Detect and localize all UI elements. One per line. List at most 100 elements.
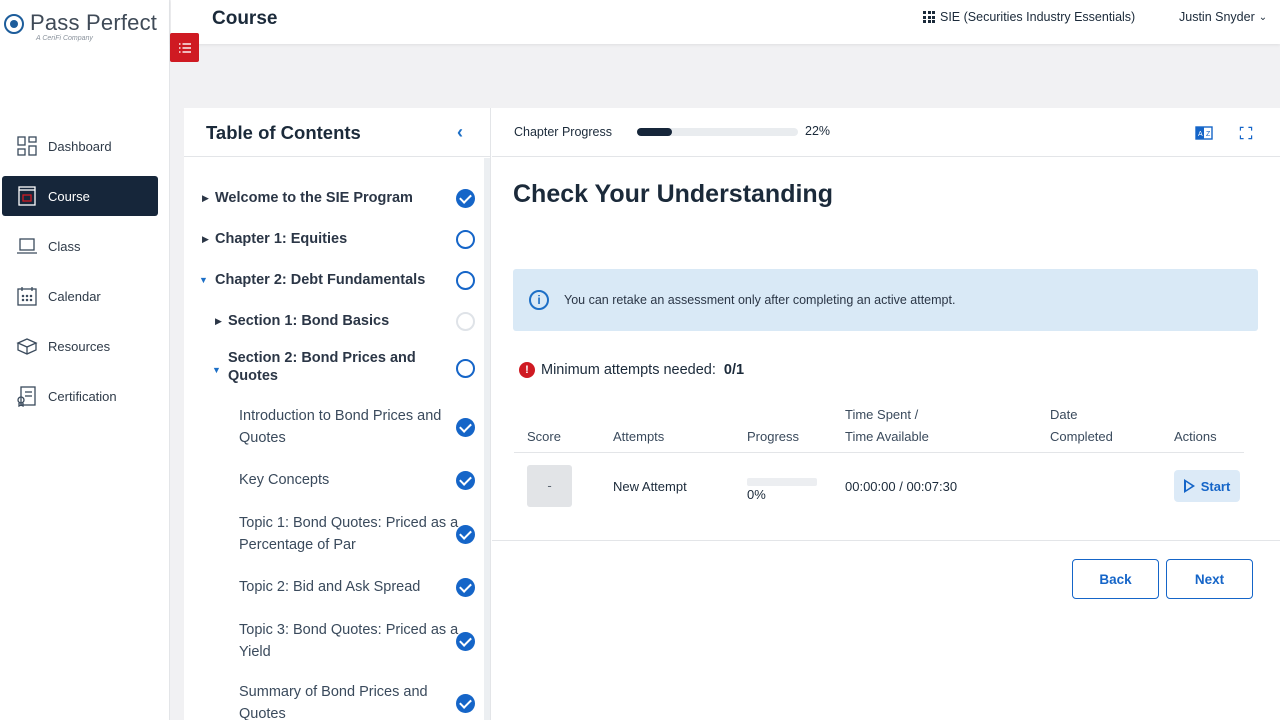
progress-circle-icon: [456, 271, 475, 290]
toc-item-topic-3[interactable]: Topic 3: Bond Quotes: Priced as a Yield: [184, 619, 484, 663]
minimum-attempts-value: 0/1: [723, 362, 745, 378]
laptop-icon: [16, 235, 38, 257]
column-header-progress: Progress: [747, 429, 800, 444]
toc-item-welcome[interactable]: ▶ Welcome to the SIE Program: [184, 187, 484, 209]
check-circle-icon: [456, 471, 475, 490]
user-name: Justin Snyder: [1179, 10, 1255, 24]
check-circle-icon: [456, 189, 475, 208]
sidebar-item-label: Certification: [48, 388, 117, 404]
brand-tagline: A CeriFi Company: [36, 35, 93, 42]
list-icon: [178, 42, 191, 53]
translate-icon[interactable]: AZ: [1194, 123, 1214, 143]
sidebar: Pass Perfect A CeriFi Company Dashboard …: [0, 0, 170, 720]
caret-right-icon: ▶: [202, 193, 209, 203]
toc-item-topic-1[interactable]: Topic 1: Bond Quotes: Priced as a Percen…: [184, 512, 484, 556]
chapter-progress-bar: Chapter Progress 22% AZ: [492, 108, 1280, 157]
caret-down-icon: ▼: [212, 365, 221, 375]
info-banner: i You can retake an assessment only afte…: [513, 269, 1258, 331]
check-circle-icon: [456, 694, 475, 713]
toc-item-label: Chapter 1: Equities: [215, 231, 348, 247]
course-selector-label: SIE (Securities Industry Essentials): [940, 10, 1136, 24]
sidebar-item-dashboard[interactable]: Dashboard: [2, 126, 158, 166]
check-circle-icon: [456, 578, 475, 597]
toc-scrollbar[interactable]: [484, 158, 490, 720]
chevron-left-icon[interactable]: ‹: [457, 122, 463, 143]
time-cell: 00:00:00 / 00:07:30: [845, 479, 958, 494]
toc-item-section-2[interactable]: ▼ Section 2: Bond Prices and Quotes: [184, 349, 484, 393]
page-heading: Check Your Understanding: [513, 180, 833, 208]
content-divider: [492, 540, 1280, 541]
column-header-time-line1: Time Spent /: [845, 407, 919, 422]
toc-item-section-1[interactable]: ▶ Section 1: Bond Basics: [184, 310, 484, 332]
toc-item-chapter-2[interactable]: ▼ Chapter 2: Debt Fundamentals: [184, 269, 484, 291]
toc-item-label: Chapter 2: Debt Fundamentals: [215, 272, 426, 288]
toc-item-label: Key Concepts: [239, 472, 330, 488]
page-title: Course: [212, 8, 278, 29]
attempt-cell: New Attempt: [613, 479, 687, 494]
toc-item-label: Section 1: Bond Basics: [228, 313, 390, 329]
toc-item-intro[interactable]: Introduction to Bond Prices and Quotes: [184, 405, 484, 449]
back-button[interactable]: Back: [1072, 559, 1159, 599]
toc-item-label: Topic 1: Bond Quotes: Priced as a Percen…: [239, 515, 459, 553]
chapter-progress-track: [637, 128, 798, 136]
toc-item-topic-2[interactable]: Topic 2: Bid and Ask Spread: [184, 576, 484, 598]
score-cell: -: [527, 465, 572, 507]
column-header-time-line2: Time Available: [845, 429, 929, 444]
chapter-progress-fill: [637, 128, 673, 136]
toc-item-summary[interactable]: Summary of Bond Prices and Quotes: [184, 681, 484, 720]
calendar-icon: [16, 285, 38, 307]
column-header-actions: Actions: [1174, 429, 1217, 444]
box-icon: [16, 335, 38, 357]
apps-grid-icon: [923, 11, 935, 23]
content-area: Chapter Progress 22% AZ Check Your Under…: [492, 108, 1280, 720]
fullscreen-icon[interactable]: [1236, 123, 1256, 143]
progress-circle-icon: [456, 359, 475, 378]
toc-item-label: Topic 3: Bond Quotes: Priced as a Yield: [239, 622, 459, 660]
sidebar-item-label: Calendar: [48, 288, 101, 304]
book-icon: [16, 185, 38, 207]
start-button[interactable]: Start: [1174, 470, 1240, 502]
chapter-progress-percent: 22%: [805, 124, 831, 138]
column-header-date-line1: Date: [1050, 407, 1078, 422]
sidebar-item-label: Resources: [48, 338, 111, 354]
user-menu[interactable]: Justin Snyder ⌄: [1179, 10, 1267, 24]
progress-circle-icon: [456, 230, 475, 249]
sidebar-item-certification[interactable]: Certification: [2, 376, 158, 416]
brand-name: Pass Perfect: [30, 10, 158, 35]
toc-item-chapter-1[interactable]: ▶ Chapter 1: Equities: [184, 228, 484, 250]
toc-item-label: Topic 2: Bid and Ask Spread: [239, 579, 421, 595]
check-circle-icon: [456, 632, 475, 651]
toc-toggle-button[interactable]: [170, 33, 199, 62]
toc-item-label: Welcome to the SIE Program: [215, 190, 413, 206]
toc-header: Table of Contents ‹: [184, 108, 490, 157]
certificate-icon: [16, 385, 38, 407]
sidebar-item-label: Course: [48, 188, 90, 204]
minimum-attempts: ! Minimum attempts needed: 0/1: [519, 362, 744, 378]
chevron-down-icon: ⌄: [1258, 11, 1268, 23]
sidebar-item-label: Class: [48, 238, 81, 254]
check-circle-icon: [456, 525, 475, 544]
sidebar-item-class[interactable]: Class: [2, 226, 158, 266]
sidebar-item-resources[interactable]: Resources: [2, 326, 158, 366]
attempt-progress-value: 0%: [747, 487, 766, 502]
toc-item-label: Summary of Bond Prices and Quotes: [239, 684, 428, 720]
sidebar-item-course[interactable]: Course: [2, 176, 158, 216]
caret-down-icon: ▼: [199, 275, 208, 285]
top-bar: Course SIE (Securities Industry Essentia…: [171, 0, 1280, 44]
svg-text:A: A: [1198, 131, 1203, 138]
start-button-label: Start: [1200, 478, 1231, 494]
toc-item-key-concepts[interactable]: Key Concepts: [184, 469, 484, 491]
toc-item-label: Section 2: Bond Prices and Quotes: [228, 350, 416, 384]
column-header-attempts: Attempts: [613, 429, 665, 444]
toc-title: Table of Contents: [206, 122, 361, 143]
column-header-date-line2: Completed: [1050, 429, 1113, 444]
next-button[interactable]: Next: [1166, 559, 1253, 599]
svg-text:Z: Z: [1206, 131, 1211, 138]
chapter-progress-label: Chapter Progress: [514, 125, 612, 139]
course-panel: Table of Contents ‹ ▶ Welcome to the SIE…: [184, 108, 1280, 720]
alert-icon: !: [519, 362, 535, 378]
brand-logo[interactable]: Pass Perfect A CeriFi Company: [4, 10, 164, 50]
course-selector[interactable]: SIE (Securities Industry Essentials): [923, 10, 1135, 24]
sidebar-item-calendar[interactable]: Calendar: [2, 276, 158, 316]
sidebar-item-label: Dashboard: [48, 138, 112, 154]
